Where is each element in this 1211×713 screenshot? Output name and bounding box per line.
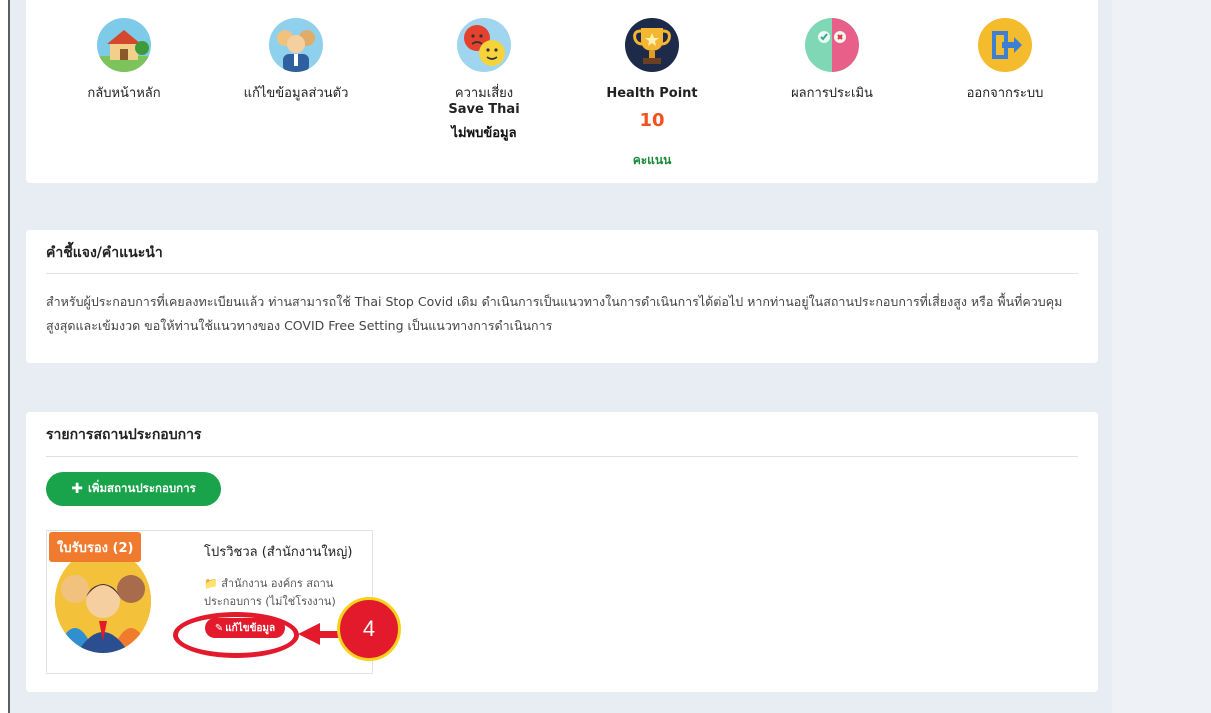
menu-assessment[interactable]: ผลการประเมิน [757, 18, 907, 102]
notice-text: สำหรับผู้ประกอบการที่เคยลงทะเบียนแล้ว ท่… [46, 294, 1063, 333]
business-divider [46, 456, 1078, 457]
business-name: โปรวิชวล (สำนักงานใหญ่) [204, 545, 353, 560]
business-list-card: รายการสถานประกอบการ ✚ เพิ่มสถานประกอบการ [26, 412, 1098, 692]
folder-icon: 📁 [204, 577, 218, 590]
menu-risk-sub: Save Thai [448, 102, 520, 117]
plus-icon: ✚ [71, 481, 83, 497]
menu-home[interactable]: กลับหน้าหลัก [49, 18, 199, 102]
certificate-badge[interactable]: ใบรับรอง (2) [49, 532, 142, 562]
logout-icon [978, 18, 1032, 72]
health-point-value: 10 [639, 110, 665, 131]
menu-profile-edit[interactable]: แก้ไขข้อมูลส่วนตัว [221, 18, 371, 102]
risk-faces-icon [457, 18, 511, 72]
business-type-text: สำนักงาน องค์กร สถานประกอบการ (ไม่ใช่โรง… [204, 577, 336, 608]
risk-status: ไม่พบข้อมูล [451, 126, 517, 141]
trophy-icon [625, 18, 679, 72]
business-list-title: รายการสถานประกอบการ [46, 427, 202, 443]
menu-assessment-label: ผลการประเมิน [791, 86, 873, 101]
home-icon [97, 18, 151, 72]
page-frame: กลับหน้าหลัก แก้ไขข้อมูลส่วนตัว ความเสี่… [8, 0, 1211, 713]
top-menu-card: กลับหน้าหลัก แก้ไขข้อมูลส่วนตัว ความเสี่… [26, 0, 1098, 183]
menu-logout-label: ออกจากระบบ [966, 86, 1044, 101]
menu-profile-edit-label: แก้ไขข้อมูลส่วนตัว [243, 86, 349, 101]
highlight-ring [173, 612, 299, 658]
step-number-badge: 4 [337, 597, 401, 661]
notice-divider [46, 273, 1078, 274]
menu-risk-label: ความเสี่ยง [454, 86, 514, 101]
menu-logout[interactable]: ออกจากระบบ [930, 18, 1080, 102]
menu-health-point[interactable]: Health Point 10 คะแนน [577, 18, 727, 170]
business-type: 📁 สำนักงาน องค์กร สถานประกอบการ (ไม่ใช่โ… [204, 575, 364, 615]
add-business-label: เพิ่มสถานประกอบการ [87, 481, 196, 495]
add-business-button[interactable]: ✚ เพิ่มสถานประกอบการ [46, 472, 221, 506]
profile-edit-icon [269, 18, 323, 72]
notice-title: คำชี้แจง/คำแนะนำ [46, 245, 163, 261]
notice-card: คำชี้แจง/คำแนะนำ สำหรับผู้ประกอบการที่เค… [26, 230, 1098, 363]
right-side-panel [1112, 0, 1211, 713]
menu-health-point-label: Health Point [606, 86, 698, 101]
menu-home-label: กลับหน้าหลัก [87, 86, 161, 101]
menu-risk[interactable]: ความเสี่ยง Save Thai ไม่พบข้อมูล [409, 18, 559, 143]
assessment-icon [805, 18, 859, 72]
business-avatar [55, 549, 151, 653]
health-point-unit: คะแนน [632, 153, 672, 167]
annotation-arrow-head [298, 623, 320, 645]
